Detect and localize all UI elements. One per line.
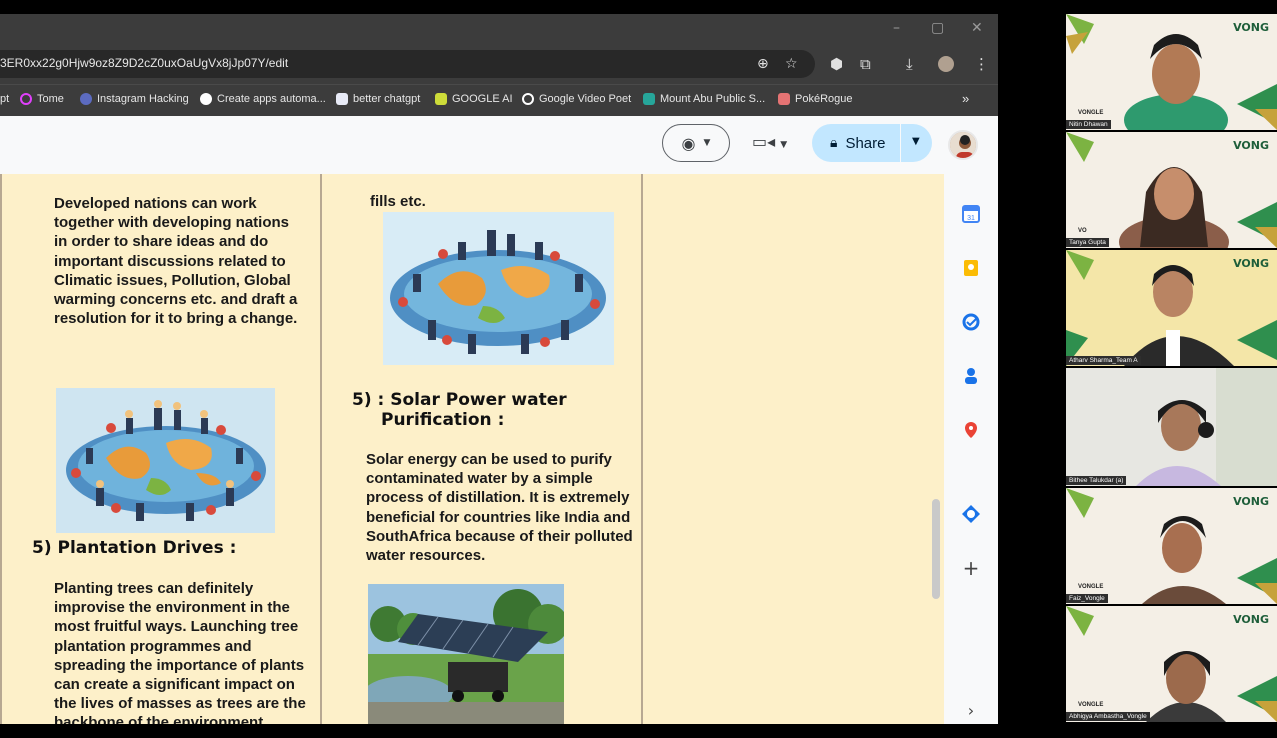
side-panel: 31 + › xyxy=(944,174,998,724)
column-border xyxy=(320,174,322,724)
eye-icon: ◉ xyxy=(681,133,696,153)
game-icon xyxy=(778,93,790,105)
participant-tile[interactable]: VONG Atharv Sharma_Team A xyxy=(1066,250,1277,366)
minimize-button[interactable]: – xyxy=(893,20,900,36)
url-text: 3ER0xx22g0Hjw9oz8Z9D2cZ0uxOaUgVx8jJp07Y/… xyxy=(0,56,289,70)
video-camera-icon: ▭◂ xyxy=(752,132,776,151)
col2-heading-line-2: Purification : xyxy=(381,410,505,430)
shield-icon[interactable]: ⬢ xyxy=(830,55,843,73)
global-discussion-image xyxy=(56,388,275,533)
title-bar: – ▢ ✕ xyxy=(0,14,998,44)
bookmark-create-apps[interactable]: Create apps automa... xyxy=(200,93,326,105)
profile-avatar[interactable] xyxy=(938,56,954,72)
square-icon xyxy=(435,93,447,105)
bookmarks-bar: pt Tome Instagram Hacking Create apps au… xyxy=(0,84,998,116)
vong-logo: VONG xyxy=(1233,21,1269,34)
participant-name: Faiz_Vongle xyxy=(1066,594,1108,603)
participant-tile[interactable]: VONG VONGLE Nitin Dhawan xyxy=(1066,14,1277,130)
vongle-label: VONGLE xyxy=(1078,702,1104,708)
keep-icon[interactable] xyxy=(961,258,981,278)
addon-icon[interactable] xyxy=(961,504,981,524)
chevron-right-icon[interactable]: › xyxy=(961,700,981,720)
vongle-label: VO xyxy=(1078,228,1087,234)
col1-paragraph-2: Planting trees can definitely improvise … xyxy=(54,580,306,724)
user-avatar[interactable] xyxy=(948,130,978,160)
lock-icon: 🔒︎ xyxy=(830,135,838,151)
contacts-icon[interactable] xyxy=(961,366,981,386)
vong-logo: VONG xyxy=(1233,139,1269,152)
bookmark-pokerogue[interactable]: PokéRogue xyxy=(778,93,853,105)
tome-icon xyxy=(20,93,32,105)
bookmarks-overflow[interactable]: » xyxy=(962,91,969,106)
menu-icon[interactable]: ⋮ xyxy=(974,55,989,73)
col1-paragraph-1: Developed nations can work together with… xyxy=(54,195,298,328)
column-border xyxy=(641,174,643,724)
col2-heading-line-1: 5) : Solar Power water xyxy=(352,390,567,410)
star-icon[interactable]: ☆ xyxy=(785,56,798,72)
share-divider xyxy=(900,124,901,162)
participant-name: Tanya Gupta xyxy=(1066,238,1109,247)
document-page: Developed nations can work together with… xyxy=(0,174,944,724)
meet-button[interactable]: ▭◂ ▼ xyxy=(752,132,787,151)
browser-window: – ▢ ✕ 3ER0xx22g0Hjw9oz8Z9D2cZ0uxOaUgVx8j… xyxy=(0,14,998,724)
vong-logo: VONG xyxy=(1233,257,1269,270)
maximize-button[interactable]: ▢ xyxy=(931,20,944,36)
add-icon[interactable]: + xyxy=(961,556,981,580)
participant-tile[interactable]: Bithee Talukdar (a) xyxy=(1066,368,1277,486)
maps-icon[interactable] xyxy=(961,420,981,440)
participant-tile[interactable]: VONG VONGLE Faiz_Vongle xyxy=(1066,488,1277,604)
extensions-icon[interactable]: ⧉ xyxy=(860,55,871,73)
bookmark-tome[interactable]: Tome xyxy=(20,93,64,105)
globe-icon xyxy=(522,93,534,105)
svg-text:31: 31 xyxy=(967,215,975,222)
global-meeting-image xyxy=(383,212,614,365)
col2-top-text: fills etc. xyxy=(370,193,426,210)
participant-name: Abhigya Ambastha_Vongle xyxy=(1066,712,1150,721)
participant-tile[interactable]: VONG VONGLE Abhigya Ambastha_Vongle xyxy=(1066,606,1277,722)
vongle-label: VONGLE xyxy=(1078,584,1104,590)
column-border xyxy=(0,174,2,724)
participant-name: Nitin Dhawan xyxy=(1066,120,1111,129)
vong-logo: VONG xyxy=(1233,495,1269,508)
view-mode-button[interactable]: ◉ ▼ xyxy=(662,124,730,162)
bookmark-better-chatgpt[interactable]: better chatgpt xyxy=(336,93,420,105)
bookmark-pt[interactable]: pt xyxy=(0,93,9,105)
close-button[interactable]: ✕ xyxy=(971,20,983,36)
solar-panel-image xyxy=(368,584,564,724)
url-field[interactable]: 3ER0xx22g0Hjw9oz8Z9D2cZ0uxOaUgVx8jJp07Y/… xyxy=(0,50,815,78)
app-icon xyxy=(200,93,212,105)
download-icon[interactable]: ⤓ xyxy=(906,55,913,73)
document-canvas: Developed nations can work together with… xyxy=(0,174,944,724)
participant-name: Atharv Sharma_Team A xyxy=(1066,356,1141,365)
caret-down-icon: ▼ xyxy=(780,140,788,150)
bookmark-instagram-hacking[interactable]: Instagram Hacking xyxy=(80,93,189,105)
col2-cut-line xyxy=(370,174,630,185)
vong-logo: VONG xyxy=(1233,613,1269,626)
docs-toolbar: ◉ ▼ ▭◂ ▼ 🔒︎ Share ▼ xyxy=(0,116,998,174)
globe-icon xyxy=(80,93,92,105)
bookmark-mount-abu[interactable]: Mount Abu Public S... xyxy=(643,93,765,105)
doc-icon xyxy=(336,93,348,105)
tasks-icon[interactable] xyxy=(961,312,981,332)
calendar-icon[interactable]: 31 xyxy=(961,204,981,224)
address-bar: 3ER0xx22g0Hjw9oz8Z9D2cZ0uxOaUgVx8jJp07Y/… xyxy=(0,44,998,84)
school-icon xyxy=(643,93,655,105)
col2-paragraph: Solar energy can be used to purify conta… xyxy=(366,451,633,565)
participant-tile[interactable]: VONG VO Tanya Gupta xyxy=(1066,132,1277,248)
bookmark-google-video-poet[interactable]: Google Video Poet xyxy=(522,93,631,105)
vongle-label: VONGLE xyxy=(1078,110,1104,116)
caret-down-icon: ▼ xyxy=(703,138,711,148)
share-dropdown-icon[interactable]: ▼ xyxy=(912,136,920,147)
bookmark-google-ai[interactable]: GOOGLE AI xyxy=(435,93,513,105)
document-scrollbar[interactable] xyxy=(932,499,940,599)
zoom-icon[interactable]: ⊕ xyxy=(757,56,769,72)
participant-name: Bithee Talukdar (a) xyxy=(1066,476,1127,485)
col1-heading: 5) Plantation Drives : xyxy=(32,538,237,558)
share-button[interactable]: 🔒︎ Share ▼ xyxy=(812,124,932,162)
share-label: Share xyxy=(845,134,886,152)
